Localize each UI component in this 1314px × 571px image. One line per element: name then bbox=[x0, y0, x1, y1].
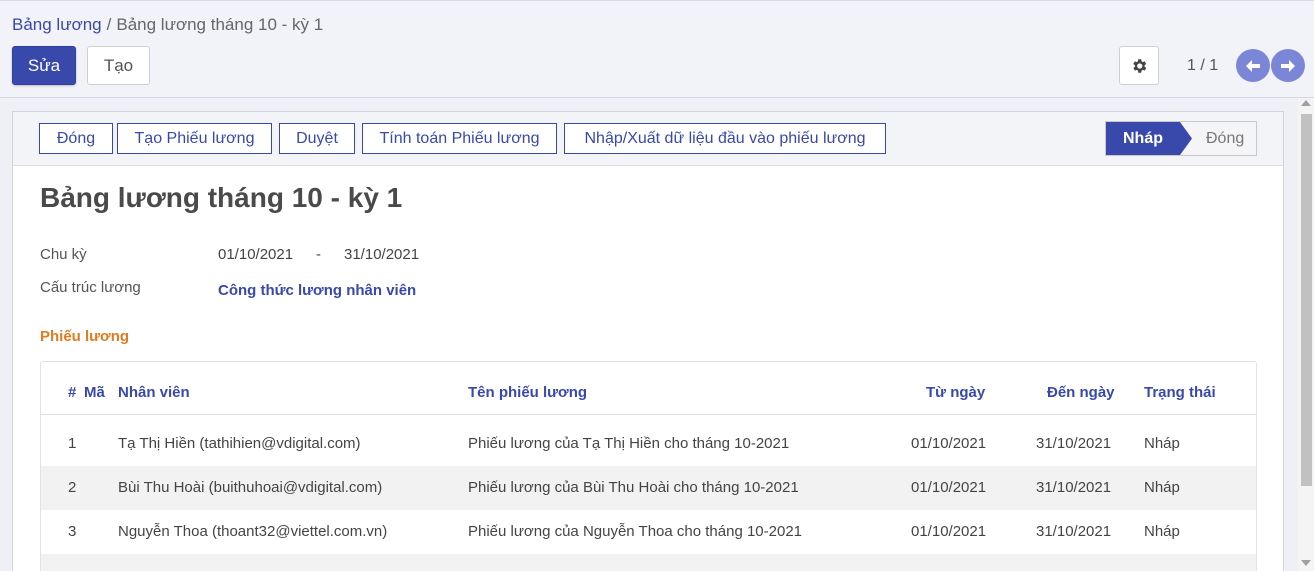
status-bar: Đóng Tạo Phiếu lương Duyệt Tính toán Phi… bbox=[13, 112, 1283, 166]
next-record-button[interactable] bbox=[1271, 49, 1305, 82]
scroll-up-arrow-icon[interactable] bbox=[1301, 100, 1311, 106]
row-state: Nháp bbox=[1144, 435, 1180, 452]
row-payslip-name: Phiếu lương của Tạ Thị Hiền cho tháng 10… bbox=[468, 435, 790, 452]
form-sheet: Đóng Tạo Phiếu lương Duyệt Tính toán Phi… bbox=[12, 111, 1284, 571]
status-draft[interactable]: Nháp bbox=[1106, 122, 1192, 155]
row-index: 2 bbox=[68, 479, 77, 496]
settings-button[interactable] bbox=[1119, 46, 1159, 85]
record-title: Bảng lương tháng 10 - kỳ 1 bbox=[40, 182, 403, 213]
gear-icon bbox=[1133, 58, 1147, 73]
breadcrumb-separator: / bbox=[106, 15, 112, 34]
row-date-to: 31/10/2021 bbox=[1036, 523, 1112, 540]
close-button[interactable]: Đóng bbox=[39, 123, 113, 154]
row-payslip-name: Phiếu lương của Nguyễn Thoa cho tháng 10… bbox=[468, 523, 803, 540]
compute-payslip-button[interactable]: Tính toán Phiếu lương bbox=[362, 123, 557, 154]
arrow-left-icon bbox=[1246, 59, 1260, 72]
control-panel: Bảng lương / Bảng lương tháng 10 - kỳ 1 Sử… bbox=[0, 0, 1314, 98]
create-button[interactable]: Tạo bbox=[87, 46, 150, 85]
row-index: 1 bbox=[68, 435, 77, 452]
row-date-from: 01/10/2021 bbox=[911, 523, 987, 540]
pager-value[interactable]: 1 / 1 bbox=[1187, 57, 1218, 75]
edit-button[interactable]: Sửa bbox=[12, 46, 76, 85]
table-row[interactable]: 1 Tạ Thị Hiền (tathihien@vdigital.com) P… bbox=[41, 422, 1256, 466]
approve-button[interactable]: Duyệt bbox=[279, 123, 355, 154]
table-row[interactable]: 2 Bùi Thu Hoài (buithuhoai@vdigital.com)… bbox=[41, 466, 1256, 510]
scroll-down-arrow-icon[interactable] bbox=[1301, 560, 1311, 566]
row-date-to: 31/10/2021 bbox=[1036, 479, 1112, 496]
arrow-right-icon bbox=[1281, 59, 1295, 72]
period-label: Chu kỳ bbox=[40, 246, 87, 263]
status-widget: Nháp Đóng bbox=[1105, 121, 1257, 156]
column-header-code[interactable]: Mã bbox=[84, 384, 105, 401]
scrollbar-thumb[interactable] bbox=[1301, 114, 1312, 486]
column-header-date-from[interactable]: Từ ngày bbox=[926, 384, 985, 401]
row-index: 3 bbox=[68, 523, 77, 540]
row-date-to: 31/10/2021 bbox=[1036, 435, 1112, 452]
column-header-date-to[interactable]: Đến ngày bbox=[1047, 384, 1115, 401]
structure-label: Cấu trúc lương bbox=[40, 279, 141, 296]
period-separator: - bbox=[316, 246, 321, 263]
breadcrumb-parent-link[interactable]: Bảng lương bbox=[12, 15, 102, 34]
payslips-section-title: Phiếu lương bbox=[40, 328, 130, 345]
row-date-from: 01/10/2021 bbox=[911, 479, 987, 496]
breadcrumb-current: Bảng lương tháng 10 - kỳ 1 bbox=[116, 15, 324, 34]
row-date-from: 01/10/2021 bbox=[911, 435, 987, 452]
row-state: Nháp bbox=[1144, 523, 1180, 540]
payslip-table: # Mã Nhân viên Tên phiếu lương Từ ngày Đ… bbox=[40, 361, 1257, 571]
column-header-payslip-name[interactable]: Tên phiếu lương bbox=[468, 384, 587, 401]
breadcrumb: Bảng lương / Bảng lương tháng 10 - kỳ 1 bbox=[12, 15, 323, 35]
column-header-employee[interactable]: Nhân viên bbox=[118, 384, 190, 401]
table-row[interactable]: 3 Nguyễn Thoa (thoant32@viettel.com.vn) … bbox=[41, 510, 1256, 554]
column-header-state[interactable]: Trạng thái bbox=[1144, 384, 1216, 401]
row-employee: Tạ Thị Hiền (tathihien@vdigital.com) bbox=[118, 435, 361, 452]
create-payslip-button[interactable]: Tạo Phiếu lương bbox=[117, 123, 272, 154]
period-end-value[interactable]: 31/10/2021 bbox=[344, 246, 419, 263]
status-closed[interactable]: Đóng bbox=[1206, 122, 1244, 155]
row-payslip-name: Phiếu lương của Bùi Thu Hoài cho tháng 1… bbox=[468, 479, 799, 496]
row-employee: Bùi Thu Hoài (buithuhoai@vdigital.com) bbox=[118, 479, 383, 496]
import-export-button[interactable]: Nhập/Xuất dữ liệu đầu vào phiếu lương bbox=[564, 123, 886, 154]
header-divider bbox=[41, 414, 1256, 415]
column-header-index: # bbox=[68, 384, 77, 401]
table-row-empty bbox=[41, 554, 1256, 571]
row-state: Nháp bbox=[1144, 479, 1180, 496]
period-start-value[interactable]: 01/10/2021 bbox=[218, 246, 293, 263]
row-employee: Nguyễn Thoa (thoant32@viettel.com.vn) bbox=[118, 523, 388, 540]
structure-link[interactable]: Công thức lương nhân viên bbox=[218, 282, 416, 299]
previous-record-button[interactable] bbox=[1236, 49, 1270, 82]
